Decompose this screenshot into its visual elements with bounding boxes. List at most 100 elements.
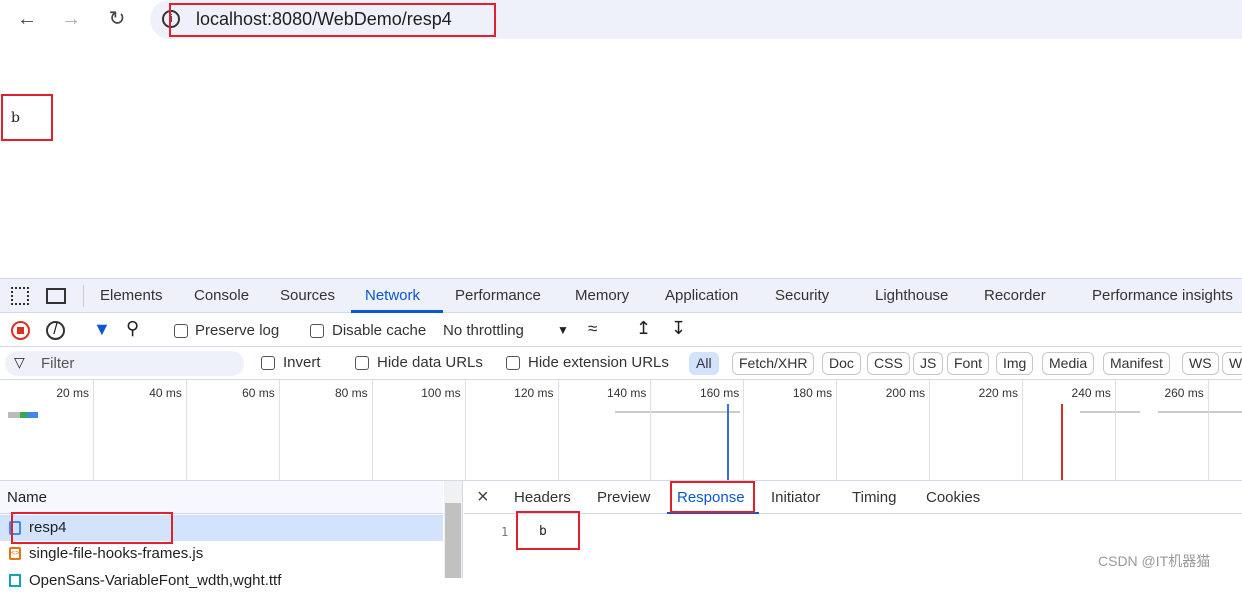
clear-icon[interactable]: / <box>46 321 65 340</box>
type-filter-all[interactable]: All <box>689 352 719 375</box>
export-har-icon[interactable]: ↧ <box>671 318 686 339</box>
tab-performance[interactable]: Performance <box>455 287 541 304</box>
filter-placeholder: Filter <box>41 355 75 372</box>
type-filter-js[interactable]: JS <box>913 352 944 375</box>
type-filter-wasm[interactable]: W <box>1222 352 1242 375</box>
tab-lighthouse[interactable]: Lighthouse <box>875 287 948 304</box>
timeline-tick-label: 140 ms <box>607 386 647 400</box>
forward-button[interactable]: → <box>58 6 84 32</box>
type-filter-manifest[interactable]: Manifest <box>1103 352 1170 375</box>
tab-network[interactable]: Network <box>365 287 420 304</box>
highlight-box <box>1 94 53 141</box>
timeline-tick-label: 100 ms <box>421 386 461 400</box>
timeline-tick-label: 60 ms <box>242 386 275 400</box>
tab-memory[interactable]: Memory <box>575 287 629 304</box>
import-har-icon[interactable]: ↥ <box>636 318 651 339</box>
hide-data-urls-checkbox[interactable] <box>355 356 369 370</box>
watermark: CSDN @IT机器猫 <box>1098 553 1211 569</box>
type-filter-ws[interactable]: WS <box>1182 352 1219 375</box>
name-column-header[interactable]: Name <box>7 489 47 506</box>
scrollbar[interactable] <box>444 481 462 578</box>
request-name: OpenSans-VariableFont_wdth,wght.ttf <box>29 572 282 589</box>
network-toolbar: / ▼ ⚲ Preserve log Disable cache No thro… <box>0 314 1242 347</box>
table-row[interactable]: OpenSans-VariableFont_wdth,wght.ttf <box>0 568 443 594</box>
timeline-tick-label: 240 ms <box>1071 386 1111 400</box>
line-number: 1 <box>501 525 509 539</box>
timeline-gridline <box>278 380 280 480</box>
back-button[interactable]: ← <box>14 6 40 32</box>
font-icon <box>9 574 21 587</box>
close-icon[interactable]: × <box>477 486 489 509</box>
filter-input[interactable]: ▽ Filter <box>5 351 244 376</box>
request-bar <box>8 412 38 418</box>
filter-bar: ▽ Filter Invert Hide data URLs Hide exte… <box>0 347 1242 380</box>
type-filter-doc[interactable]: Doc <box>822 352 861 375</box>
filter-icon[interactable]: ▼ <box>93 319 111 340</box>
timeline-gridline <box>93 380 94 480</box>
dom-content-loaded-marker <box>727 404 729 480</box>
timeline-gridline <box>929 380 931 480</box>
request-name: single-file-hooks-frames.js <box>29 545 204 562</box>
preserve-log-label: Preserve log <box>195 322 280 339</box>
invert-checkbox[interactable] <box>261 356 275 370</box>
tab-cookies[interactable]: Cookies <box>926 489 980 506</box>
type-filter-font[interactable]: Font <box>947 352 990 375</box>
table-row[interactable]: <> single-file-hooks-frames.js <box>0 541 443 567</box>
hide-extension-urls-checkbox[interactable] <box>506 356 520 370</box>
highlight-box <box>516 511 580 550</box>
devtools-panel: Elements Console Sources Network Perform… <box>0 278 1242 589</box>
load-marker <box>1061 404 1063 480</box>
tab-elements[interactable]: Elements <box>100 287 163 304</box>
tab-headers[interactable]: Headers <box>514 489 571 506</box>
timeline-gridline <box>464 380 466 480</box>
tab-recorder[interactable]: Recorder <box>984 287 1046 304</box>
highlight-box <box>670 481 755 513</box>
invert-label: Invert <box>283 354 321 371</box>
disable-cache-checkbox[interactable] <box>310 324 324 338</box>
timeline-tick-label: 80 ms <box>335 386 368 400</box>
timeline-gridline <box>836 380 838 480</box>
tab-sources[interactable]: Sources <box>280 287 335 304</box>
throttling-select[interactable]: No throttling <box>443 322 524 339</box>
timeline-gridline <box>557 380 559 480</box>
tab-application[interactable]: Application <box>665 287 738 304</box>
timeline-gridline <box>1114 380 1116 480</box>
search-icon[interactable]: ⚲ <box>126 318 139 339</box>
hide-data-urls-label: Hide data URLs <box>377 354 483 371</box>
disable-cache-label: Disable cache <box>332 322 427 339</box>
reload-button[interactable]: ↻ <box>104 6 130 32</box>
highlight-box <box>169 3 496 37</box>
network-overview[interactable]: 20 ms 40 ms 60 ms 80 ms 100 ms 120 ms 140 ms 16… <box>0 380 1242 481</box>
tab-initiator[interactable]: Initiator <box>771 489 820 506</box>
tab-timing[interactable]: Timing <box>852 489 896 506</box>
timeline-tick-label: 220 ms <box>978 386 1018 400</box>
timeline-gridline <box>1207 380 1209 480</box>
request-detail-panel: × Headers Preview Response Initiator Tim… <box>464 481 1242 578</box>
record-stop-icon[interactable] <box>11 321 30 340</box>
preserve-log-checkbox[interactable] <box>174 324 188 338</box>
timeline-tick-label: 20 ms <box>56 386 89 400</box>
tab-console[interactable]: Console <box>194 287 249 304</box>
tab-performance-insights[interactable]: Performance insights <box>1092 287 1233 304</box>
timeline-tick-label: 120 ms <box>514 386 554 400</box>
type-filter-css[interactable]: CSS <box>867 352 910 375</box>
type-filter-media[interactable]: Media <box>1042 352 1095 375</box>
timeline-gridline <box>371 380 373 480</box>
timeline-tick-label: 180 ms <box>792 386 833 400</box>
network-conditions-icon[interactable]: ≈ <box>588 319 597 339</box>
tab-preview[interactable]: Preview <box>597 489 650 506</box>
timeline-gridline <box>1022 380 1023 480</box>
inspect-element-icon[interactable] <box>11 287 29 305</box>
script-icon: <> <box>9 547 21 560</box>
dropdown-arrow-icon[interactable]: ▼ <box>557 323 569 337</box>
tab-security[interactable]: Security <box>775 287 829 304</box>
device-toolbar-icon[interactable] <box>46 288 66 304</box>
timeline-tick-label: 260 ms <box>1164 386 1204 400</box>
timeline-gridline <box>743 380 745 480</box>
type-filter-img[interactable]: Img <box>996 352 1034 375</box>
timeline-gridline <box>185 380 187 480</box>
type-filter-fetch-xhr[interactable]: Fetch/XHR <box>732 352 815 375</box>
hide-extension-urls-label: Hide extension URLs <box>528 354 669 371</box>
highlight-box <box>11 512 173 544</box>
timeline-tick-label: 40 ms <box>149 386 182 400</box>
